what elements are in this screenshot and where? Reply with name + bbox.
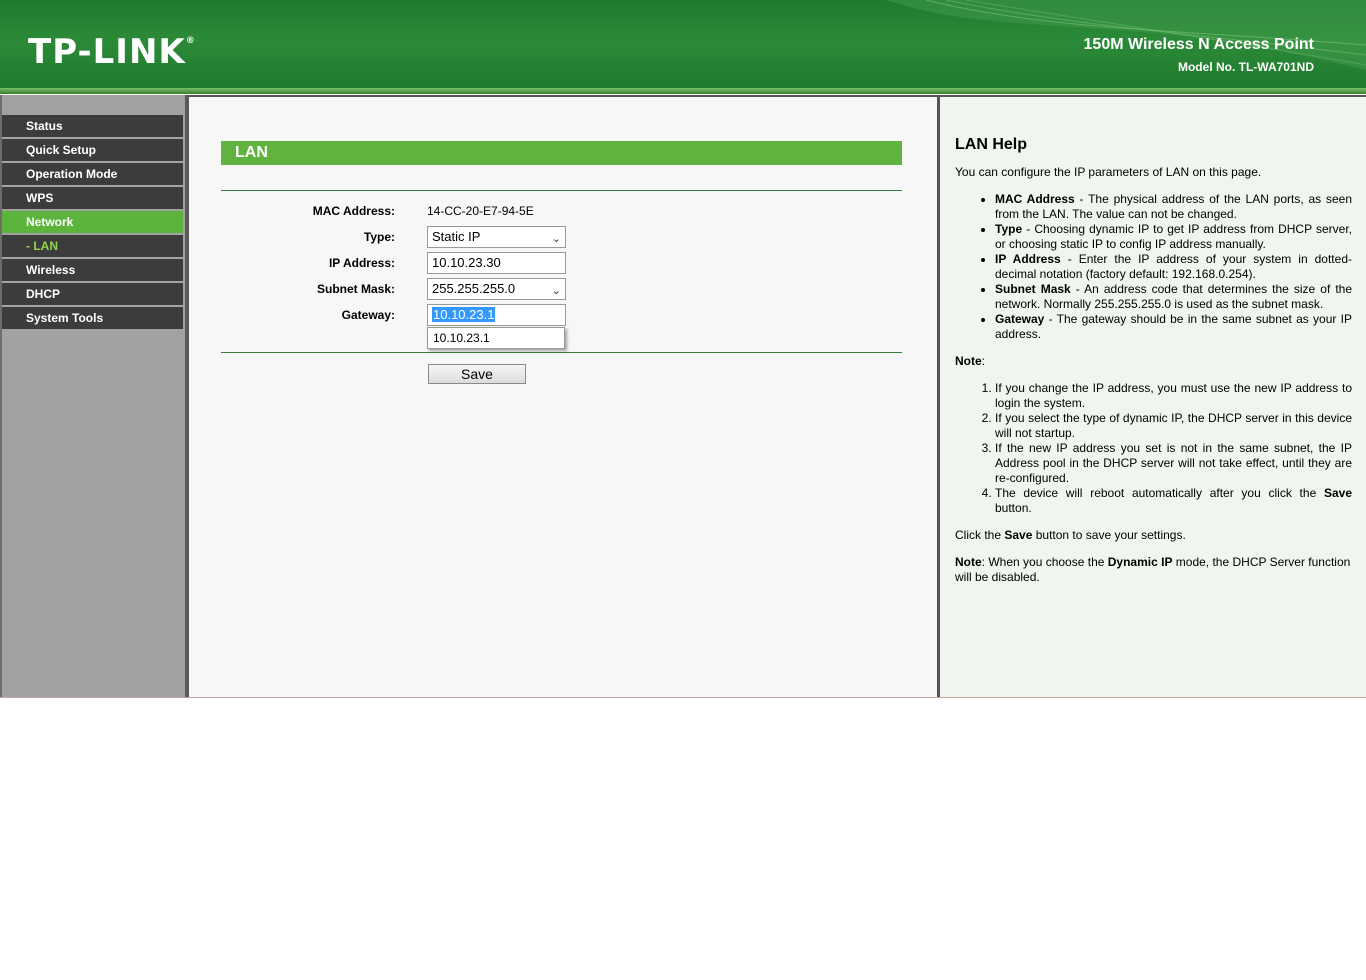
- page-title: LAN: [221, 141, 902, 165]
- sidebar-item-quick-setup[interactable]: Quick Setup: [2, 139, 183, 161]
- sidebar-item-operation-mode[interactable]: Operation Mode: [2, 163, 183, 185]
- type-select-value: Static IP: [432, 229, 481, 244]
- help-item-type: Type - Choosing dynamic IP to get IP add…: [995, 222, 1352, 252]
- model-number: Model No. TL-WA701ND: [1177, 60, 1314, 74]
- type-label: Type:: [363, 230, 395, 244]
- sidebar-menu: Status Quick Setup Operation Mode WPS Ne…: [2, 115, 183, 331]
- ip-address-input[interactable]: 10.10.23.30: [427, 252, 566, 274]
- chevron-down-icon: ⌄: [551, 285, 561, 297]
- sidebar-item-system-tools[interactable]: System Tools: [2, 307, 183, 329]
- help-note-item: The device will reboot automatically aft…: [995, 486, 1352, 516]
- type-select[interactable]: Static IP ⌄: [427, 226, 566, 248]
- help-title: LAN Help: [955, 136, 1027, 153]
- bottom-divider: [221, 352, 902, 353]
- ip-address-value: 10.10.23.30: [432, 255, 501, 270]
- save-button[interactable]: Save: [428, 364, 526, 384]
- sidebar-item-wps[interactable]: WPS: [2, 187, 183, 209]
- help-note-item: If the new IP address you set is not in …: [995, 441, 1352, 486]
- mac-address-label: MAC Address:: [312, 204, 395, 218]
- frame-bottom-border: [0, 697, 1366, 698]
- sidebar-item-lan[interactable]: - LAN: [2, 235, 183, 257]
- gateway-input[interactable]: 10.10.23.1: [427, 304, 566, 326]
- help-intro: You can configure the IP parameters of L…: [955, 165, 1262, 179]
- gateway-autocomplete-suggestion[interactable]: 10.10.23.1: [427, 327, 565, 349]
- header-banner: TP-LINK® 150M Wireless N Access Point Mo…: [0, 0, 1366, 90]
- gateway-selected-text: 10.10.23.1: [432, 307, 496, 322]
- help-final-note: Note: When you choose the Dynamic IP mod…: [955, 555, 1351, 584]
- top-divider: [221, 190, 902, 191]
- help-item-subnet-mask: Subnet Mask - An address code that deter…: [995, 282, 1352, 312]
- help-field-list: MAC Address - The physical address of th…: [955, 192, 1352, 342]
- subnet-mask-select[interactable]: 255.255.255.0 ⌄: [427, 278, 566, 300]
- subnet-mask-label: Subnet Mask:: [316, 282, 395, 296]
- help-notes-list: If you change the IP address, you must u…: [955, 381, 1352, 516]
- tp-link-logo: TP-LINK®: [28, 32, 196, 72]
- help-panel: LAN Help You can configure the IP parame…: [940, 95, 1366, 697]
- sidebar-item-status[interactable]: Status: [2, 115, 183, 137]
- header-stripe: [0, 88, 1366, 94]
- gateway-label: Gateway:: [341, 308, 395, 322]
- help-item-ip-address: IP Address - Enter the IP address of you…: [995, 252, 1352, 282]
- help-note-item: If you select the type of dynamic IP, th…: [995, 411, 1352, 441]
- help-item-gateway: Gateway - The gateway should be in the s…: [995, 312, 1352, 342]
- help-item-mac-address: MAC Address - The physical address of th…: [995, 192, 1352, 222]
- ip-address-label: IP Address:: [328, 256, 395, 270]
- help-save-instruction: Click the Save button to save your setti…: [955, 528, 1186, 542]
- sidebar-item-network[interactable]: Network: [2, 211, 183, 233]
- mac-address-value: 14-CC-20-E7-94-5E: [427, 204, 534, 218]
- subnet-mask-value: 255.255.255.0: [432, 281, 516, 296]
- lan-settings-panel: LAN MAC Address: 14-CC-20-E7-94-5E Type:…: [189, 95, 938, 697]
- sidebar-item-wireless[interactable]: Wireless: [2, 259, 183, 281]
- product-name: 150M Wireless N Access Point: [1083, 36, 1314, 53]
- sidebar-item-dhcp[interactable]: DHCP: [2, 283, 183, 305]
- help-note-item: If you change the IP address, you must u…: [995, 381, 1352, 411]
- chevron-down-icon: ⌄: [551, 233, 561, 245]
- help-note-heading: Note:: [955, 354, 986, 368]
